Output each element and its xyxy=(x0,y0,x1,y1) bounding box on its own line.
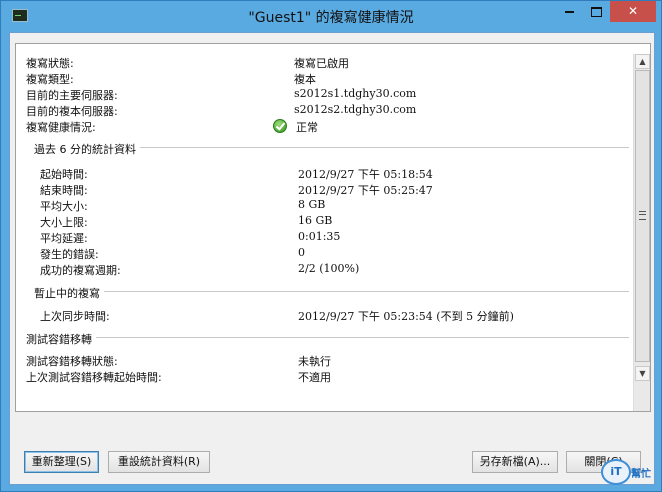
stats-average-latency-value: 0:01:35 xyxy=(298,230,341,243)
close-icon: ✕ xyxy=(627,4,639,18)
title-bar[interactable]: "Guest1" 的複寫健康情況 ✕ xyxy=(1,1,661,33)
last-test-failover-start-label: 上次測試容錯移轉起始時間: xyxy=(26,371,162,384)
primary-server-value: s2012s1.tdghy30.com xyxy=(294,87,417,100)
replica-server-label: 目前的複本伺服器: xyxy=(26,105,118,118)
replication-type-label: 複寫類型: xyxy=(26,73,74,86)
pending-divider xyxy=(34,291,629,292)
stats-successful-cycles-label: 成功的複寫週期: xyxy=(40,264,121,277)
stats-max-size-value: 16 GB xyxy=(298,214,333,227)
stats-start-time-value: 2012/9/27 下午 05:18:54 xyxy=(298,168,433,181)
watermark-text: 幫忙 xyxy=(631,469,651,480)
stats-end-time-value: 2012/9/27 下午 05:25:47 xyxy=(298,184,433,197)
ithome-watermark: iT 幫忙 xyxy=(595,456,661,490)
stats-successful-cycles-value: 2/2 (100%) xyxy=(298,262,360,275)
maximize-icon xyxy=(591,6,602,17)
stats-average-size-value: 8 GB xyxy=(298,198,326,211)
stats-start-time-label: 起始時間: xyxy=(40,168,88,181)
stats-average-size-label: 平均大小: xyxy=(40,200,88,213)
replication-health-label: 複寫健康情況: xyxy=(26,121,96,134)
scrollbar-thumb[interactable] xyxy=(635,70,650,362)
replica-server-value: s2012s2.tdghy30.com xyxy=(294,103,417,116)
replication-type-value: 複本 xyxy=(294,73,316,86)
failover-divider xyxy=(26,337,629,338)
replication-health-window: "Guest1" 的複寫健康情況 ✕ 複寫狀態: 複寫已啟用 複寫類型: 複本 … xyxy=(0,0,662,492)
scrollbar-grip-icon xyxy=(639,211,646,220)
stats-errors-label: 發生的錯誤: xyxy=(40,248,99,261)
last-test-failover-start-value: 不適用 xyxy=(298,371,331,384)
dialog-client-area: 複寫狀態: 複寫已啟用 複寫類型: 複本 目前的主要伺服器: s2012s1.t… xyxy=(9,32,655,485)
primary-server-label: 目前的主要伺服器: xyxy=(26,89,118,102)
pending-section-header: 暫止中的複寫 xyxy=(34,285,629,301)
maximize-button[interactable] xyxy=(583,1,610,22)
replication-state-value: 複寫已啟用 xyxy=(294,57,349,70)
details-panel[interactable]: 複寫狀態: 複寫已啟用 複寫類型: 複本 目前的主要伺服器: s2012s1.t… xyxy=(15,43,651,412)
test-failover-state-label: 測試容錯移轉狀態: xyxy=(26,355,118,368)
save-as-button[interactable]: 另存新檔(A)... xyxy=(472,451,558,473)
stats-average-latency-label: 平均延遲: xyxy=(40,232,88,245)
stats-errors-value: 0 xyxy=(298,246,305,259)
stats-end-time-label: 結束時間: xyxy=(40,184,88,197)
test-failover-state-value: 未執行 xyxy=(298,355,331,368)
failover-header-label: 測試容錯移轉 xyxy=(26,331,96,347)
pending-header-label: 暫止中的複寫 xyxy=(34,285,104,301)
healthy-check-icon xyxy=(273,119,287,133)
close-window-button[interactable]: ✕ xyxy=(610,1,656,22)
minimize-button[interactable] xyxy=(556,1,583,22)
stats-header-label: 過去 6 分的統計資料 xyxy=(34,141,140,157)
replication-state-label: 複寫狀態: xyxy=(26,57,74,70)
scroll-up-arrow-icon[interactable]: ▲ xyxy=(635,54,650,69)
last-sync-time-label: 上次同步時間: xyxy=(40,310,110,323)
stats-max-size-label: 大小上限: xyxy=(40,216,88,229)
last-sync-time-value: 2012/9/27 下午 05:23:54 (不到 5 分鐘前) xyxy=(298,310,514,323)
replication-health-value: 正常 xyxy=(296,121,318,134)
watermark-logo: iT xyxy=(601,459,631,485)
refresh-button[interactable]: 重新整理(S) xyxy=(24,451,99,473)
stats-section-header: 過去 6 分的統計資料 xyxy=(34,141,629,157)
vertical-scrollbar[interactable]: ▲ ▼ xyxy=(633,54,650,411)
failover-section-header: 測試容錯移轉 xyxy=(26,331,629,347)
minimize-icon xyxy=(565,10,574,13)
scroll-down-arrow-icon[interactable]: ▼ xyxy=(635,366,650,381)
reset-statistics-button[interactable]: 重設統計資料(R) xyxy=(108,451,210,473)
